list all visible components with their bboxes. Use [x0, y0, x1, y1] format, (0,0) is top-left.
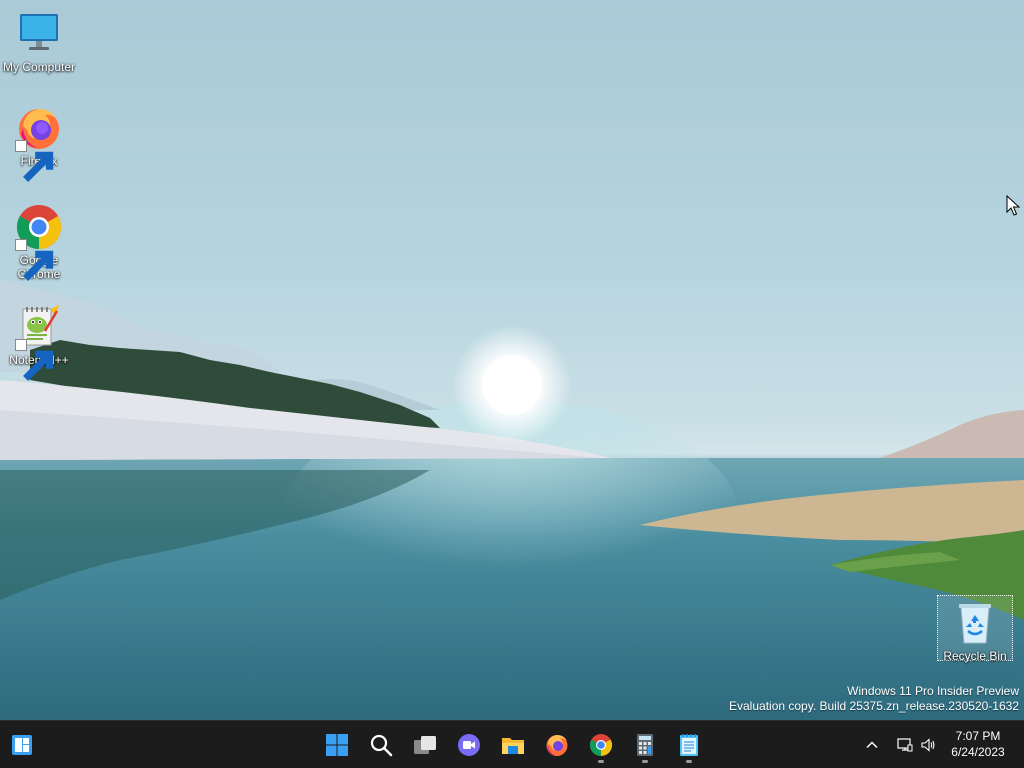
- notepad-icon: [680, 734, 698, 756]
- wallpaper: [0, 280, 1024, 720]
- monitor-icon: [15, 10, 63, 58]
- task-view-icon: [414, 736, 436, 754]
- chevron-up-icon: [866, 741, 878, 749]
- start-button[interactable]: [319, 727, 355, 763]
- volume-icon: [921, 738, 935, 752]
- firefox-icon: [15, 104, 63, 182]
- taskbar: 7:07 PM 6/24/2023: [0, 720, 1024, 768]
- calculator-taskbar-button[interactable]: [627, 727, 663, 763]
- network-icon: [897, 738, 913, 752]
- firefox-taskbar-button[interactable]: [539, 727, 575, 763]
- desktop-icon-firefox[interactable]: Firefox: [1, 104, 77, 182]
- desktop[interactable]: My Computer Firefox Google Chrome Notepa…: [0, 0, 1024, 720]
- watermark-build: Evaluation copy. Build 25375.zn_release.…: [729, 699, 1019, 713]
- file-explorer-icon: [502, 738, 524, 754]
- shortcut-arrow-icon: [15, 140, 54, 182]
- running-indicator: [642, 760, 648, 763]
- widgets-button[interactable]: [4, 727, 40, 763]
- network-status-button[interactable]: [893, 733, 917, 757]
- running-indicator: [598, 760, 604, 763]
- windows-start-icon: [326, 734, 348, 756]
- chrome-icon: [15, 203, 63, 281]
- recycle-bin-icon: [951, 599, 999, 647]
- volume-button[interactable]: [916, 733, 940, 757]
- search-icon: [370, 734, 393, 757]
- clock-button[interactable]: 7:07 PM 6/24/2023: [942, 728, 1014, 760]
- shortcut-arrow-icon: [15, 239, 54, 281]
- firefox-icon: [546, 735, 568, 756]
- clock-time: 7:07 PM: [955, 729, 1001, 743]
- notepadpp-icon: [15, 303, 63, 381]
- desktop-icon-label: My Computer: [2, 60, 76, 74]
- mouse-pointer-icon: [1006, 195, 1020, 216]
- task-view-button[interactable]: [407, 727, 443, 763]
- desktop-icon-notepadpp[interactable]: Notepad++: [1, 303, 77, 381]
- desktop-icon-my-computer[interactable]: My Computer: [1, 10, 77, 74]
- calculator-icon: [637, 734, 653, 756]
- desktop-icon-label: Recycle Bin: [943, 649, 1007, 663]
- clock-date: 6/24/2023: [951, 745, 1005, 759]
- file-explorer-button[interactable]: [495, 727, 531, 763]
- notepad-taskbar-button[interactable]: [671, 727, 707, 763]
- search-button[interactable]: [363, 727, 399, 763]
- widgets-icon: [12, 735, 32, 755]
- shortcut-arrow-icon: [15, 339, 54, 381]
- desktop-icon-recycle-bin[interactable]: Recycle Bin: [937, 595, 1013, 663]
- watermark-edition: Windows 11 Pro Insider Preview: [847, 684, 1019, 698]
- teams-chat-icon: [458, 734, 480, 756]
- chat-button[interactable]: [451, 727, 487, 763]
- chrome-icon: [589, 734, 613, 756]
- chrome-taskbar-button[interactable]: [583, 727, 619, 763]
- windows-evaluation-watermark: Windows 11 Pro Insider Preview Evaluatio…: [729, 684, 1019, 714]
- running-indicator: [686, 760, 692, 763]
- tray-overflow-button[interactable]: [860, 733, 884, 757]
- desktop-icon-google-chrome[interactable]: Google Chrome: [1, 203, 77, 281]
